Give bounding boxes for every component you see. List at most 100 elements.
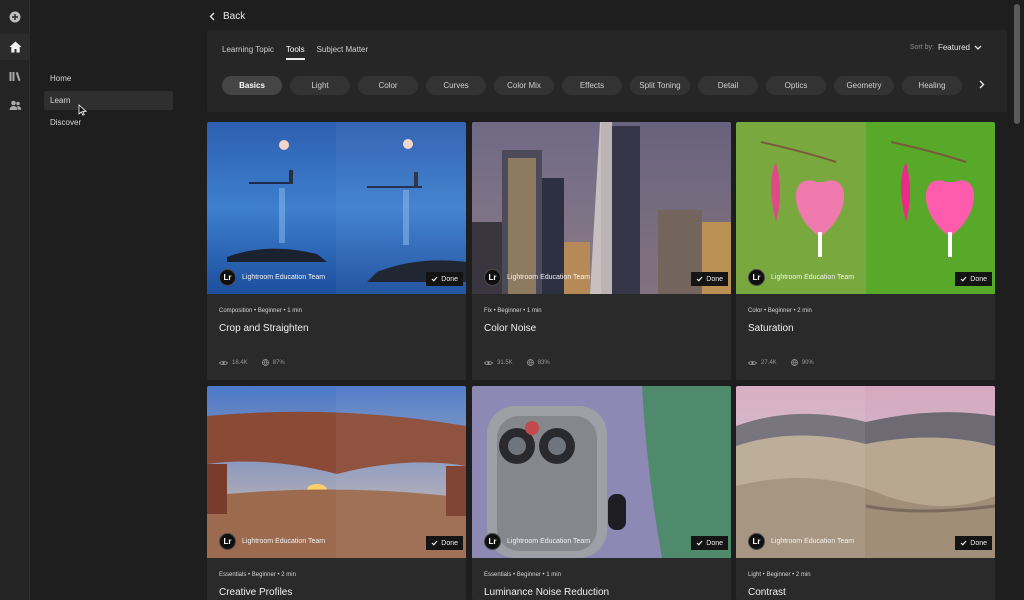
chip-healing[interactable]: Healing [902,76,962,95]
done-label: Done [970,539,987,547]
card-author: Lr Lightroom Education Team [484,269,590,286]
card-author: Lr Lightroom Education Team [219,533,325,550]
done-badge: Done [691,272,728,286]
lightroom-logo: Lr [484,269,501,286]
lightroom-logo: Lr [748,533,765,550]
card-thumbnail: Lr Lightroom Education Team Done [736,122,995,294]
mouse-cursor-icon [78,104,87,116]
card-meta: Color • Beginner • 2 min [748,308,812,314]
view-count: 18.4K [232,359,248,366]
card-title: Luminance Noise Reduction [484,587,610,598]
tutorial-card[interactable]: Lr Lightroom Education Team Done Composit… [207,122,466,380]
chip-color-mix[interactable]: Color Mix [494,76,554,95]
author-name: Lightroom Education Team [507,538,591,545]
card-stats: 27.4K 90% [748,359,814,366]
scrollbar[interactable] [1014,4,1020,124]
done-label: Done [441,539,458,547]
done-label: Done [970,275,987,283]
tutorial-card[interactable]: Lr Lightroom Education Team Done Essentia… [472,386,731,600]
card-thumbnail: Lr Lightroom Education Team Done [207,122,466,294]
view-count: 27.4K [761,359,777,366]
card-thumbnail: Lr Lightroom Education Team Done [472,122,731,294]
globe-icon [261,359,269,366]
tutorial-card[interactable]: Lr Lightroom Education Team Done Essentia… [207,386,466,600]
card-author: Lr Lightroom Education Team [748,533,854,550]
chip-split-toning[interactable]: Split Toning [630,76,690,95]
card-author: Lr Lightroom Education Team [484,533,590,550]
done-badge: Done [426,272,463,286]
sidebar-item-home[interactable]: Home [44,69,173,88]
chip-effects[interactable]: Effects [562,76,622,95]
completion-rate: 87% [272,359,285,366]
side-nav: Home Learn Discover [30,0,198,600]
eye-icon [219,360,228,365]
card-meta: Light • Beginner • 2 min [748,572,811,578]
tab-learning-topic[interactable]: Learning Topic [222,45,274,59]
chip-basics[interactable]: Basics [222,76,282,95]
chip-color[interactable]: Color [358,76,418,95]
chip-geometry[interactable]: Geometry [834,76,894,95]
globe-icon [790,359,798,366]
done-label: Done [706,275,723,283]
done-badge: Done [955,536,992,550]
done-badge: Done [691,536,728,550]
author-name: Lightroom Education Team [242,538,326,545]
library-icon[interactable] [5,66,25,86]
card-thumbnail: Lr Lightroom Education Team Done [472,386,731,558]
author-name: Lightroom Education Team [771,538,855,545]
globe-icon [526,359,534,366]
chevron-down-icon [974,45,982,50]
tutorial-card[interactable]: Lr Lightroom Education Team Done Light • … [736,386,995,600]
card-title: Color Noise [484,323,537,334]
chip-optics[interactable]: Optics [766,76,826,95]
card-author: Lr Lightroom Education Team [219,269,325,286]
back-label: Back [223,11,246,22]
card-stats: 18.4K 87% [219,359,285,366]
lightroom-logo: Lr [219,269,236,286]
view-count: 31.5K [497,359,513,366]
card-thumbnail: Lr Lightroom Education Team Done [736,386,995,558]
tutorial-card[interactable]: Lr Lightroom Education Team Done Color • … [736,122,995,380]
lightroom-logo: Lr [748,269,765,286]
checkmark-icon [431,276,438,282]
checkmark-icon [960,540,967,546]
done-label: Done [706,539,723,547]
eye-icon [748,360,757,365]
lightroom-logo: Lr [484,533,501,550]
tutorial-card[interactable]: Lr Lightroom Education Team Done Fix • Be… [472,122,731,380]
card-title: Saturation [748,323,794,334]
card-stats: 31.5K 83% [484,359,550,366]
checkmark-icon [696,276,703,282]
sidebar-item-discover[interactable]: Discover [44,113,173,132]
home-icon[interactable] [0,34,30,60]
tool-chips: Basics Light Color Curves Color Mix Effe… [222,76,962,95]
tab-subject-matter[interactable]: Subject Matter [317,45,369,59]
tab-tools[interactable]: Tools [285,45,305,60]
card-meta: Fix • Beginner • 1 min [484,308,542,314]
chip-curves[interactable]: Curves [426,76,486,95]
checkmark-icon [696,540,703,546]
add-icon[interactable] [5,7,25,27]
people-icon[interactable] [5,95,25,115]
done-label: Done [441,275,458,283]
card-title: Contrast [748,587,786,598]
back-button[interactable]: Back [209,11,245,22]
chip-light[interactable]: Light [290,76,350,95]
card-meta: Composition • Beginner • 1 min [219,308,302,314]
sidebar-item-learn[interactable]: Learn [44,91,173,110]
sort-dropdown[interactable]: Sort by: Featured [910,43,982,52]
chevron-left-icon [209,12,215,21]
author-name: Lightroom Education Team [242,274,326,281]
card-title: Creative Profiles [219,587,293,598]
author-name: Lightroom Education Team [771,274,855,281]
lightroom-logo: Lr [219,533,236,550]
icon-rail [0,0,30,600]
card-author: Lr Lightroom Education Team [748,269,854,286]
done-badge: Done [426,536,463,550]
chevron-right-icon[interactable] [979,80,985,89]
checkmark-icon [431,540,438,546]
eye-icon [484,360,493,365]
checkmark-icon [960,276,967,282]
filter-panel: Learning Topic Tools Subject Matter Sort… [207,30,1007,112]
chip-detail[interactable]: Detail [698,76,758,95]
